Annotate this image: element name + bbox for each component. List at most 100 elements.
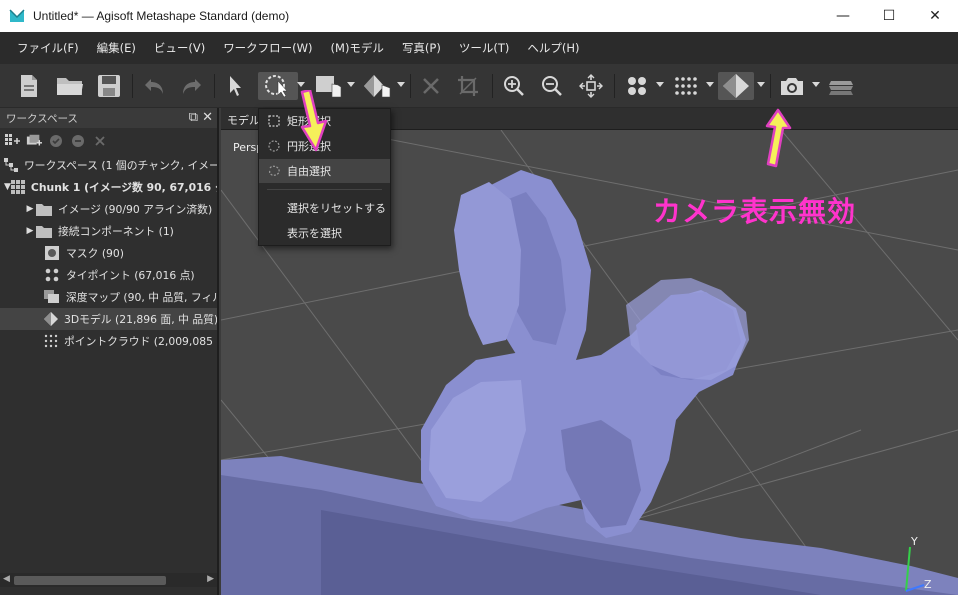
workspace-panel: ワークスペース ⧉ ✕ ワークスペース (1 個のチャンク, イメージ数 90) xyxy=(0,108,219,595)
collapse-triangle-icon[interactable]: ▶ xyxy=(24,204,36,214)
menu-bar: ファイル(F) 編集(E) ビュー(V) ワークフロー(W) (M)モデル 写真… xyxy=(0,32,958,64)
zoom-in-icon[interactable] xyxy=(500,72,528,100)
reset-view-icon[interactable] xyxy=(576,72,606,100)
region-dropdown-caret[interactable] xyxy=(347,82,355,87)
maximize-button[interactable]: ☐ xyxy=(866,0,912,32)
menu-file[interactable]: ファイル(F) xyxy=(8,40,88,56)
camera-disabled-annotation: カメラ表示無効 xyxy=(653,195,857,228)
tree-item-3d-model[interactable]: 3Dモデル (21,896 面, 中 品質) xyxy=(0,308,217,330)
tree-item-masks[interactable]: マスク (90) xyxy=(0,242,217,264)
new-document-icon[interactable] xyxy=(14,72,44,100)
enable-icon[interactable] xyxy=(48,133,64,149)
cameras-dropdown-caret[interactable] xyxy=(812,82,820,87)
annotation-arrow-down-icon xyxy=(300,90,328,152)
crop-selection-icon[interactable] xyxy=(454,72,482,100)
tab-model[interactable]: モデル xyxy=(227,112,260,128)
scrollbar-thumb[interactable] xyxy=(14,576,166,585)
selection-tool-button[interactable] xyxy=(258,72,298,100)
horizontal-scrollbar[interactable]: ◀ ▶ xyxy=(0,573,217,587)
tree-item-workspace[interactable]: ワークスペース (1 個のチャンク, イメージ数 90) xyxy=(0,154,217,176)
reset-selection-item[interactable]: 選択をリセットする xyxy=(259,196,390,220)
tree-item-label: 3Dモデル (21,896 面, 中 品質) xyxy=(64,313,217,326)
model-icon xyxy=(44,311,58,327)
add-photos-icon[interactable] xyxy=(26,133,42,149)
tree-item-chunk[interactable]: ▼ Chunk 1 (イメージ数 90, 67,016 タイポ xyxy=(0,176,217,198)
points-dropdown-caret[interactable] xyxy=(656,82,664,87)
tree-item-label: 接続コンポーネント (1) xyxy=(58,225,174,238)
rectangle-select-icon xyxy=(268,115,280,127)
workspace-title: ワークスペース xyxy=(6,112,78,125)
menu-photo[interactable]: 写真(P) xyxy=(393,40,450,56)
circle-select-icon xyxy=(268,140,280,152)
point-cloud-icon xyxy=(44,333,58,349)
free-select-icon xyxy=(269,165,280,176)
menu-item-label: 選択をリセットする xyxy=(287,202,386,215)
workspace-toolbar xyxy=(0,128,217,154)
redo-icon[interactable] xyxy=(178,72,206,100)
scroll-right-icon[interactable]: ▶ xyxy=(207,574,214,584)
delete-selection-icon[interactable] xyxy=(418,72,444,100)
depth-map-icon xyxy=(44,289,60,305)
menu-workflow[interactable]: ワークフロー(W) xyxy=(214,40,321,56)
close-button[interactable]: ✕ xyxy=(912,0,958,32)
point-cloud-view-icon[interactable] xyxy=(670,72,700,100)
model-dropdown-caret[interactable] xyxy=(757,82,765,87)
layers-view-icon[interactable] xyxy=(826,72,856,100)
menu-edit[interactable]: 編集(E) xyxy=(88,40,145,56)
axis-z-label: Z xyxy=(924,578,932,591)
menu-help[interactable]: ヘルプ(H) xyxy=(518,40,588,56)
selection-dropdown-caret[interactable] xyxy=(297,82,305,87)
disable-icon[interactable] xyxy=(70,133,86,149)
menu-item-label: 表示を選択 xyxy=(287,227,342,240)
show-cameras-icon[interactable] xyxy=(776,72,808,100)
undo-icon[interactable] xyxy=(140,72,168,100)
expand-triangle-icon[interactable]: ▼ xyxy=(4,182,11,192)
open-folder-icon[interactable] xyxy=(54,72,86,100)
tree-item-label: Chunk 1 (イメージ数 90, 67,016 タイポ xyxy=(30,181,217,194)
menu-view[interactable]: ビュー(V) xyxy=(145,40,214,56)
title-bar: Untitled* — Agisoft Metashape Standard (… xyxy=(0,0,958,32)
workspace-header: ワークスペース ⧉ ✕ xyxy=(0,108,217,128)
main-toolbar xyxy=(0,64,958,108)
menu-model[interactable]: (M)モデル xyxy=(322,40,393,56)
collapse-triangle-icon[interactable]: ▶ xyxy=(24,226,36,236)
tree-item-label: ポイントクラウド (2,009,085 ポイント, 中 xyxy=(64,335,217,348)
axis-gizmo: Y Z xyxy=(880,535,950,595)
minimize-button[interactable]: — xyxy=(820,0,866,32)
menu-item-label: 自由選択 xyxy=(287,165,331,178)
chunk-icon xyxy=(10,179,25,195)
cloud-dropdown-caret[interactable] xyxy=(706,82,714,87)
panel-close-icon[interactable]: ✕ xyxy=(202,110,213,125)
transform-object-icon[interactable] xyxy=(360,72,396,100)
select-visible-item[interactable]: 表示を選択 xyxy=(259,221,390,245)
tree-item-depth-maps[interactable]: 深度マップ (90, 中 品質, フィルタリン xyxy=(0,286,217,308)
folder-icon xyxy=(36,201,52,217)
tree-item-label: タイポイント (67,016 点) xyxy=(66,269,195,282)
mask-icon xyxy=(44,245,60,261)
tree-item-point-cloud[interactable]: ポイントクラウド (2,009,085 ポイント, 中 xyxy=(0,330,217,352)
folder-icon xyxy=(36,223,52,239)
free-select-item[interactable]: 自由選択 xyxy=(259,159,390,183)
tree-item-components[interactable]: ▶ 接続コンポーネント (1) xyxy=(0,220,217,242)
zoom-out-icon[interactable] xyxy=(538,72,566,100)
menu-tools[interactable]: ツール(T) xyxy=(450,40,519,56)
scroll-left-icon[interactable]: ◀ xyxy=(3,574,10,584)
add-chunk-icon[interactable] xyxy=(4,133,20,149)
transform-dropdown-caret[interactable] xyxy=(397,82,405,87)
window-title: Untitled* — Agisoft Metashape Standard (… xyxy=(33,9,290,23)
remove-items-icon[interactable] xyxy=(92,133,108,149)
metashape-app-icon xyxy=(9,9,25,23)
tree-item-tie-points[interactable]: タイポイント (67,016 点) xyxy=(0,264,217,286)
tree-item-label: イメージ (90/90 アライン済数) xyxy=(58,203,213,216)
navigation-cursor-icon[interactable] xyxy=(222,72,248,100)
model-view-icon[interactable] xyxy=(718,72,754,100)
tree-item-label: 深度マップ (90, 中 品質, フィルタリン xyxy=(66,291,217,304)
tree-item-label: ワークスペース (1 個のチャンク, イメージ数 90) xyxy=(24,159,217,172)
workspace-icon xyxy=(4,157,18,173)
tie-points-view-icon[interactable] xyxy=(622,72,652,100)
undock-icon[interactable]: ⧉ xyxy=(189,110,198,125)
axis-y-label: Y xyxy=(911,535,918,548)
tree-item-images[interactable]: ▶ イメージ (90/90 アライン済数) xyxy=(0,198,217,220)
tree-item-label: マスク (90) xyxy=(66,247,124,260)
save-icon[interactable] xyxy=(94,72,124,100)
